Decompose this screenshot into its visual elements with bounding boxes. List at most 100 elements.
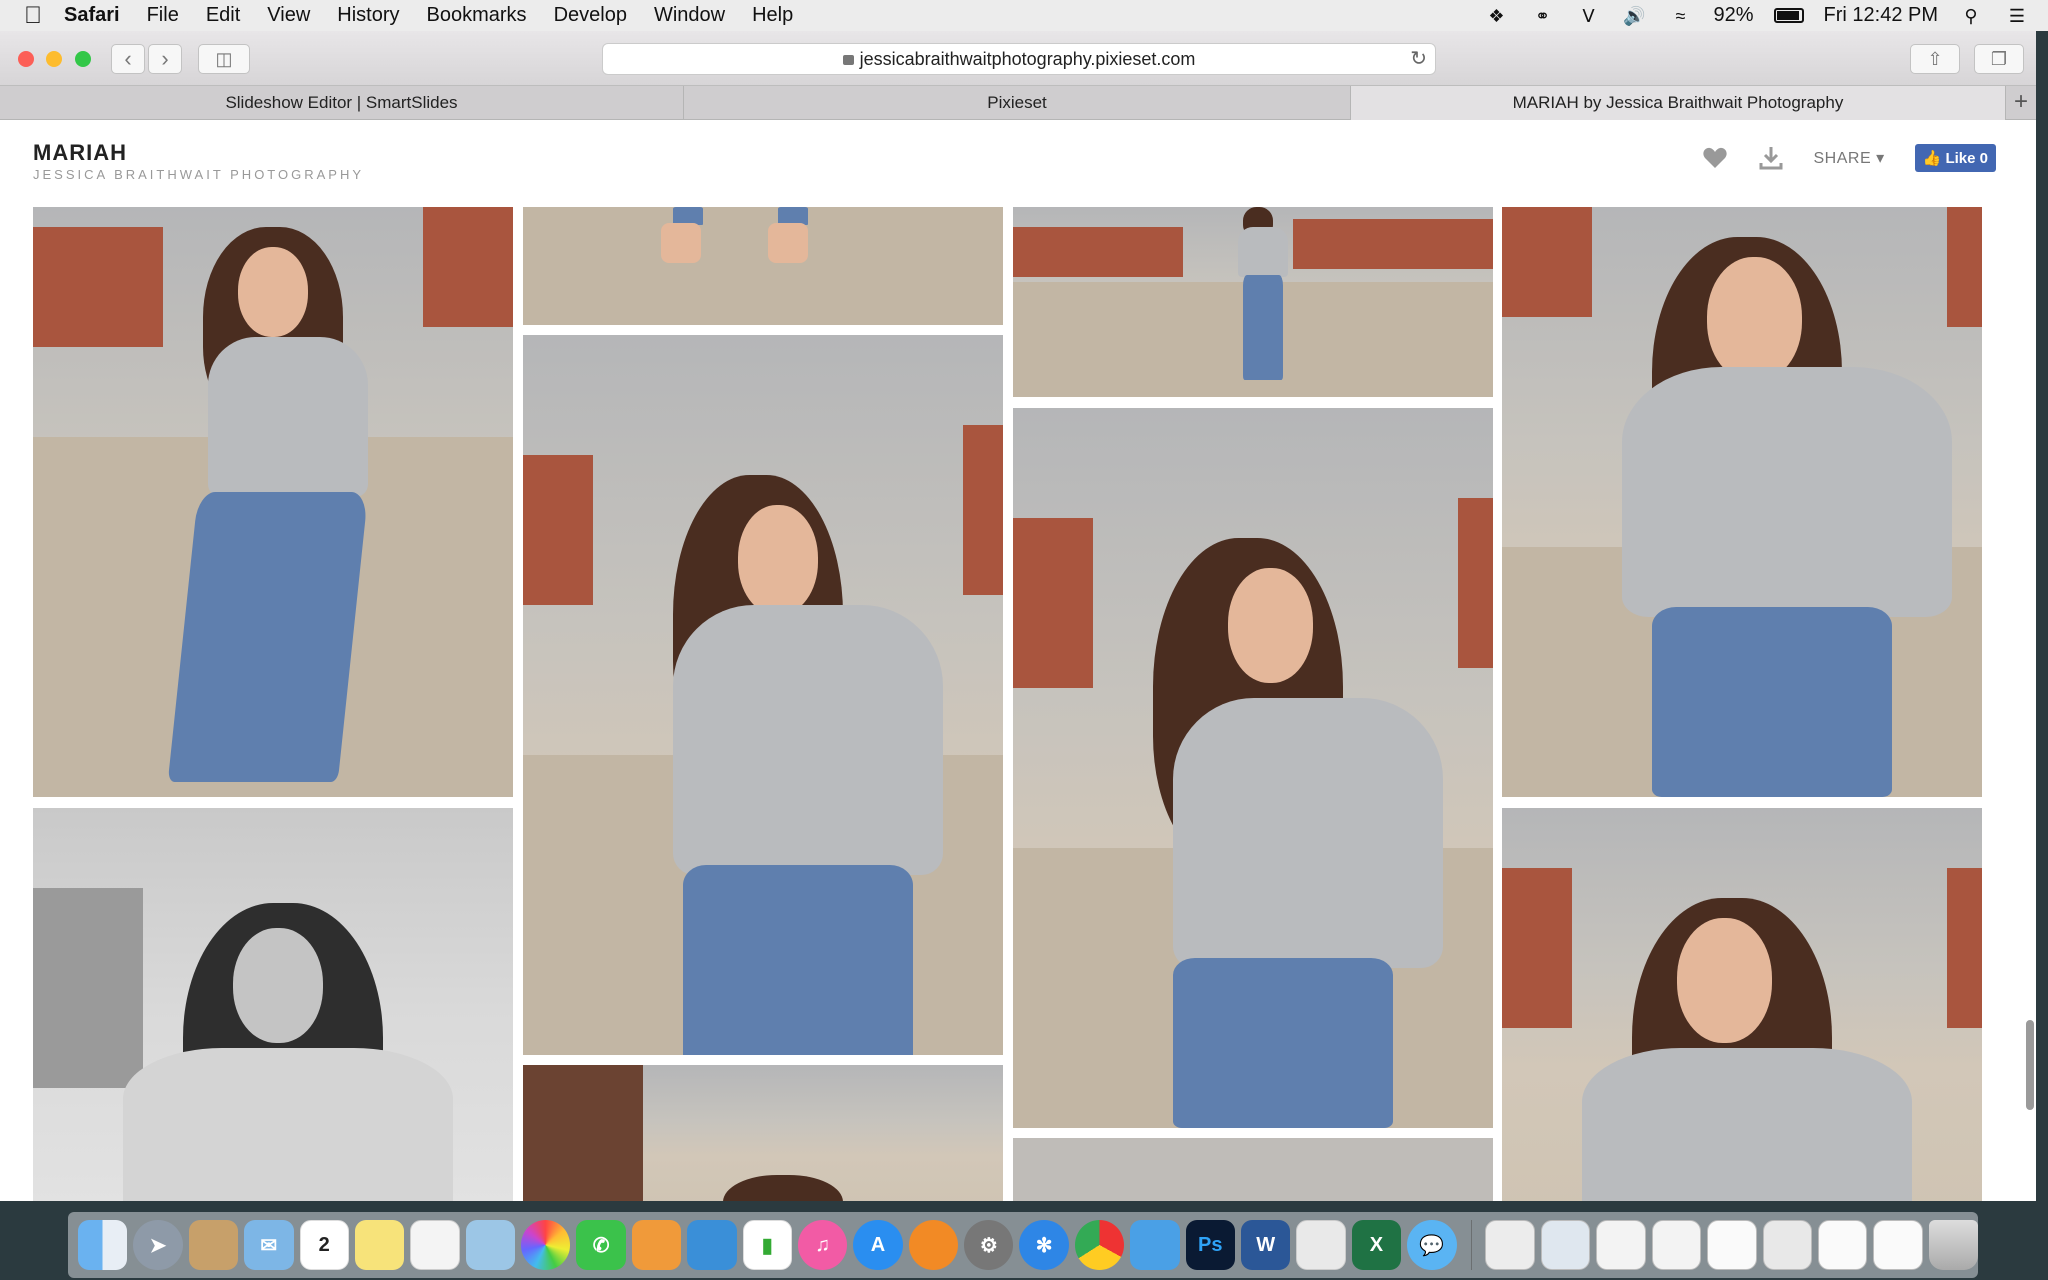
- gallery-page: MARIAH JESSICA BRAITHWAIT PHOTOGRAPHY SH…: [0, 120, 2036, 1201]
- system-preferences-icon[interactable]: ⚙: [964, 1220, 1014, 1270]
- preview-icon[interactable]: [465, 1220, 516, 1270]
- word-label: W: [1256, 1233, 1276, 1256]
- sidebar-toggle-icon[interactable]: ◫: [198, 44, 250, 74]
- safari-window: ‹ › ◫ jessicabraithwaitphotography.pixie…: [0, 31, 2036, 1201]
- textedit-icon[interactable]: [1296, 1220, 1346, 1270]
- menu-app-name[interactable]: Safari: [64, 4, 120, 27]
- gallery-photo[interactable]: [1013, 1138, 1493, 1201]
- word-icon[interactable]: W: [1240, 1220, 1291, 1270]
- messages-icon[interactable]: 💬: [1407, 1220, 1457, 1270]
- recent-document-icon[interactable]: [1540, 1220, 1591, 1270]
- menu-file[interactable]: File: [147, 4, 179, 27]
- menu-develop[interactable]: Develop: [554, 4, 627, 27]
- apple-menu-icon[interactable]: : [24, 2, 64, 30]
- recent-document-icon[interactable]: [1873, 1220, 1923, 1270]
- app-store-icon[interactable]: A: [853, 1220, 903, 1270]
- calendar-icon[interactable]: 2: [299, 1220, 349, 1270]
- menu-clock[interactable]: Fri 12:42 PM: [1824, 4, 1938, 27]
- photoshop-label: Ps: [1198, 1233, 1223, 1256]
- contacts-icon[interactable]: [188, 1220, 239, 1270]
- gallery-photo[interactable]: [33, 207, 513, 797]
- close-window-button[interactable]: [18, 51, 34, 67]
- thumbs-up-icon: 👍: [1922, 150, 1942, 167]
- photos-icon[interactable]: [521, 1220, 571, 1270]
- lock-icon: [842, 55, 854, 65]
- share-icon[interactable]: ⇧: [1910, 44, 1960, 74]
- recent-document-icon[interactable]: [1817, 1220, 1868, 1270]
- finder-icon[interactable]: [78, 1220, 128, 1270]
- notification-center-icon[interactable]: ☰: [2004, 5, 2030, 27]
- recent-document-icon[interactable]: [1707, 1220, 1757, 1270]
- minimize-window-button[interactable]: [46, 51, 62, 67]
- gallery-photo[interactable]: [1502, 808, 1982, 1201]
- gallery-photo[interactable]: [1502, 207, 1982, 797]
- gallery-photo[interactable]: [1013, 408, 1493, 1128]
- gallery-photo[interactable]: [523, 207, 1003, 325]
- menu-view[interactable]: View: [267, 4, 310, 27]
- gallery-photo[interactable]: [1013, 207, 1493, 397]
- notes-icon[interactable]: [354, 1220, 405, 1270]
- gallery-subtitle: JESSICA BRAITHWAIT PHOTOGRAPHY: [33, 167, 365, 182]
- menu-edit[interactable]: Edit: [206, 4, 240, 27]
- dock-separator: [1470, 1220, 1472, 1270]
- volume-icon[interactable]: 🔊: [1621, 5, 1647, 27]
- dock: ➤ ✉ 2 ✆ ▮ ♫ A ⚙ ✻ Ps W X 💬: [68, 1212, 1979, 1278]
- battery-percent: 92%: [1713, 4, 1754, 26]
- share-label: SHARE: [1813, 150, 1872, 167]
- excel-icon[interactable]: X: [1351, 1220, 1402, 1270]
- mail-icon[interactable]: ✉: [244, 1220, 294, 1270]
- safari-icon[interactable]: ✻: [1019, 1220, 1069, 1270]
- menu-history[interactable]: History: [337, 4, 399, 27]
- gallery-photo[interactable]: [523, 335, 1003, 1055]
- tab-bar: Slideshow Editor | SmartSlides Pixieset …: [0, 86, 2036, 120]
- reload-icon[interactable]: ↻: [1410, 44, 1427, 74]
- pages-icon[interactable]: [631, 1220, 682, 1270]
- recent-document-icon[interactable]: [1596, 1220, 1646, 1270]
- tab-smartslides[interactable]: Slideshow Editor | SmartSlides: [0, 86, 684, 120]
- calendar-day: 2: [318, 1233, 330, 1256]
- menu-help[interactable]: Help: [752, 4, 793, 27]
- trash-icon[interactable]: [1928, 1220, 1979, 1270]
- facetime-icon[interactable]: ✆: [576, 1220, 626, 1270]
- new-tab-icon[interactable]: +: [2006, 86, 2036, 119]
- photoshop-icon[interactable]: Ps: [1185, 1220, 1235, 1270]
- facebook-like-label: Like 0: [1945, 150, 1988, 167]
- launchpad-icon[interactable]: ➤: [133, 1220, 183, 1270]
- download-icon[interactable]: [1758, 145, 1784, 171]
- browser-toolbar: ‹ › ◫ jessicabraithwaitphotography.pixie…: [0, 31, 2036, 86]
- recent-document-icon[interactable]: [1762, 1220, 1812, 1270]
- wifi-icon[interactable]: ≈: [1667, 5, 1693, 27]
- gallery-photo[interactable]: [523, 1065, 1003, 1201]
- battery-icon[interactable]: [1773, 8, 1804, 23]
- chrome-icon[interactable]: [1074, 1220, 1125, 1270]
- spotlight-search-icon[interactable]: ⚲: [1958, 5, 1984, 27]
- tab-overview-icon[interactable]: ❐: [1974, 44, 2024, 74]
- gallery-title: MARIAH: [33, 140, 127, 165]
- numbers-icon[interactable]: ▮: [742, 1220, 792, 1270]
- forward-button[interactable]: ›: [148, 44, 182, 74]
- maps-icon[interactable]: [1130, 1220, 1180, 1270]
- recent-document-icon[interactable]: [1651, 1220, 1702, 1270]
- facebook-like-button[interactable]: 👍 Like 0: [1914, 144, 1996, 172]
- tab-pixieset[interactable]: Pixieset: [684, 86, 1351, 120]
- recent-document-icon[interactable]: [1485, 1220, 1535, 1270]
- creative-cloud-icon[interactable]: ⚭: [1529, 5, 1555, 27]
- bluetooth-icon[interactable]: ᐯ: [1575, 5, 1601, 27]
- tab-mariah-gallery[interactable]: MARIAH by Jessica Braithwait Photography: [1351, 86, 2006, 120]
- dropbox-icon[interactable]: ❖: [1483, 5, 1509, 27]
- favorite-heart-icon[interactable]: [1702, 146, 1728, 170]
- menu-bar:  Safari File Edit View History Bookmark…: [0, 0, 2048, 31]
- share-button[interactable]: SHARE ▾: [1814, 148, 1885, 168]
- reminders-icon[interactable]: [410, 1220, 460, 1270]
- menu-window[interactable]: Window: [654, 4, 725, 27]
- zoom-window-button[interactable]: [75, 51, 91, 67]
- address-bar[interactable]: jessicabraithwaitphotography.pixieset.co…: [602, 43, 1436, 75]
- page-scrollbar[interactable]: [2026, 1020, 2034, 1110]
- gallery-photo[interactable]: [33, 808, 513, 1201]
- keynote-icon[interactable]: [687, 1220, 737, 1270]
- back-button[interactable]: ‹: [111, 44, 145, 74]
- ibooks-icon[interactable]: [908, 1220, 959, 1270]
- menu-bookmarks[interactable]: Bookmarks: [427, 4, 527, 27]
- itunes-icon[interactable]: ♫: [797, 1220, 848, 1270]
- share-caret-icon: ▾: [1876, 150, 1885, 167]
